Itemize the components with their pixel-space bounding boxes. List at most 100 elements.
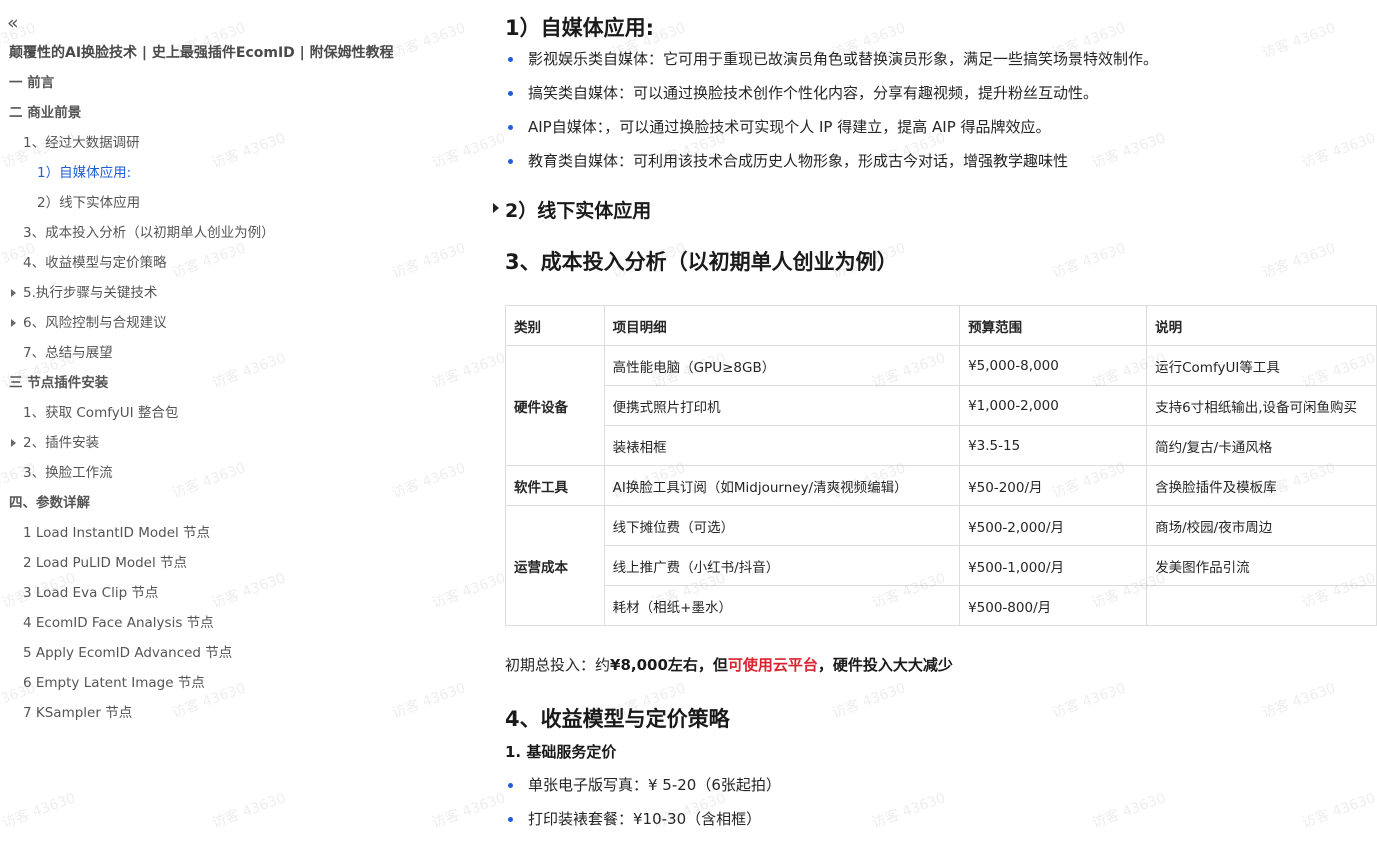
toc-item-label: 2 Load PuLID Model 节点	[23, 555, 188, 571]
toc-item-label: 1、经过大数据调研	[23, 135, 140, 151]
toc-item[interactable]: 1）自媒体应用:	[0, 158, 131, 188]
table-row: 线上推广费（小红书/抖音） ¥500-1,000/月 发美图作品引流	[506, 545, 1377, 586]
toc-item-label: 4、收益模型与定价策略	[23, 255, 167, 271]
table-cell: 便携式照片打印机	[603, 385, 961, 426]
toc-item[interactable]: 7、总结与展望	[0, 338, 113, 368]
bullet-media-2: 搞笑类自媒体：可以通过换脸技术创作个性化内容，分享有趣视频，提升粉丝互动性。	[507, 84, 1099, 102]
toc-item[interactable]: 4 EcomID Face Analysis 节点	[0, 608, 214, 638]
expand-caret-icon[interactable]	[11, 319, 16, 327]
bullet-media-3: AIP自媒体：，可以通过换脸技术可实现个人 IP 得建立，提高 AIP 得品牌效…	[508, 118, 1051, 136]
table-cell: AI换脸工具订阅（如Midjourney/清爽视频编辑）	[603, 465, 961, 506]
table-category-cell: 硬件设备	[505, 345, 605, 466]
toc-item[interactable]: 二 商业前景	[0, 98, 81, 128]
table-cell: 高性能电脑（GPU≥8GB）	[603, 345, 961, 386]
heading-cost-analysis: 3、成本投入分析（以初期单人创业为例）	[505, 250, 898, 274]
toc-item[interactable]: 7 KSampler 节点	[0, 698, 132, 728]
expand-caret-icon[interactable]	[493, 203, 499, 213]
heading-revenue-model: 4、收益模型与定价策略	[505, 707, 730, 731]
summary-highlight: 可使用云平台	[727, 656, 818, 674]
toc-item[interactable]: 6、风险控制与合规建议	[0, 308, 167, 338]
toc-item[interactable]: 4、收益模型与定价策略	[0, 248, 167, 278]
summary-bold-end: ，硬件投入大大减少	[817, 656, 953, 674]
bullet-media-1: 影视娱乐类自媒体：它可用于重现已故演员角色或替换演员形象，满足一些搞笑场景特效制…	[507, 50, 1159, 68]
table-cell: 含换脸插件及模板库	[1146, 465, 1377, 506]
table-cell: 线上推广费（小红书/抖音）	[603, 545, 961, 586]
bullet-pricing-1: 单张电子版写真：¥ 5-20（6张起拍）	[508, 776, 781, 794]
summary-prefix: 初期总投入：约	[505, 656, 611, 674]
table-header: 说明	[1146, 305, 1377, 346]
toc-item[interactable]: 1 Load InstantID Model 节点	[0, 518, 210, 548]
table-row: 软件工具 AI换脸工具订阅（如Midjourney/清爽视频编辑） ¥50-200/…	[505, 465, 1377, 506]
toc-item[interactable]: 5.执行步骤与关键技术	[0, 278, 157, 308]
subheading-base-pricing: 1. 基础服务定价	[505, 743, 617, 761]
table-cell: ¥3.5-15	[959, 425, 1148, 466]
table-cell: 支持6寸相纸输出,设备可闲鱼购买	[1146, 385, 1377, 426]
toc-item[interactable]: 3 Load Eva Clip 节点	[0, 578, 158, 608]
cost-summary: 初期总投入：约¥8,000左右，但可使用云平台，硬件投入大大减少	[505, 654, 953, 676]
table-cell: 装裱相框	[603, 425, 961, 466]
heading-offline-application[interactable]: 2）线下实体应用	[505, 196, 651, 223]
toc-item[interactable]: 2、插件安装	[0, 428, 99, 458]
toc-item-label: 3、成本投入分析（以初期单人创业为例）	[23, 225, 275, 241]
toc-item[interactable]: 6 Empty Latent Image 节点	[0, 668, 205, 698]
toc-item[interactable]: 2 Load PuLID Model 节点	[0, 548, 187, 578]
toc-doc-title[interactable]: 颠覆性的AI换脸技术 | 史上最强插件EcomID | 附保姆性教程	[0, 38, 394, 68]
toc-item-label: 2、插件安装	[23, 435, 100, 451]
cost-table: 类别 项目明细 预算范围 说明 硬件设备 高性能电脑（GPU≥8GB） ¥5,000…	[505, 305, 1377, 626]
table-cell: ¥1,000-2,000	[959, 385, 1148, 426]
toc-item-label: 7、总结与展望	[23, 345, 113, 361]
expand-caret-icon[interactable]	[11, 289, 16, 297]
table-row: 运营成本 线下摊位费（可选） ¥500-2,000/月 商场/校园/夜市周边	[505, 505, 1377, 626]
toc-item[interactable]: 四、参数详解	[0, 488, 90, 518]
toc-item-label: 1 Load InstantID Model 节点	[23, 525, 211, 541]
toc-sidebar: « 颠覆性的AI换脸技术 | 史上最强插件EcomID | 附保姆性教程 一 前…	[0, 0, 470, 846]
table-row: 便携式照片打印机 ¥1,000-2,000 支持6寸相纸输出,设备可闲鱼购买	[506, 385, 1377, 426]
heading-media-application: 1）自媒体应用:	[505, 16, 655, 40]
table-cell: ¥500-800/月	[959, 585, 1148, 626]
table-row: 耗材（相纸+墨水） ¥500-800/月	[506, 585, 1377, 626]
toc-item-label: 3 Load Eva Clip 节点	[23, 585, 159, 601]
toc-item[interactable]: 1、获取 ComfyUI 整合包	[0, 398, 178, 428]
table-header: 项目明细	[603, 305, 961, 346]
collapse-sidebar-icon[interactable]: «	[7, 12, 19, 34]
table-cell: 商场/校园/夜市周边	[1146, 505, 1377, 546]
table-row: 硬件设备 高性能电脑（GPU≥8GB） ¥5,000-8,000 运行ComfyUI等…	[505, 345, 1377, 466]
table-header: 类别	[505, 305, 605, 346]
table-cell: 简约/复古/卡通风格	[1146, 425, 1377, 466]
document-content: 1）自媒体应用: 影视娱乐类自媒体：它可用于重现已故演员角色或替换演员形象，满足…	[490, 0, 1377, 846]
toc-item[interactable]: 5 Apply EcomID Advanced 节点	[0, 638, 232, 668]
toc-item[interactable]: 一 前言	[0, 68, 54, 98]
expand-caret-icon[interactable]	[11, 439, 16, 447]
table-category-cell: 运营成本	[505, 505, 605, 626]
toc-item-label: 1、获取 ComfyUI 整合包	[23, 405, 179, 421]
table-category-cell: 软件工具	[505, 465, 605, 506]
table-cell: 运行ComfyUI等工具	[1146, 345, 1377, 386]
toc-item-label: 一 前言	[9, 75, 55, 91]
toc-item-label: 3、换脸工作流	[23, 465, 113, 481]
toc-item-label: 7 KSampler 节点	[23, 705, 133, 721]
table-row: 装裱相框 ¥3.5-15 简约/复古/卡通风格	[506, 425, 1377, 466]
toc-item-label: 三 节点插件安装	[9, 375, 109, 391]
toc-item[interactable]: 三 节点插件安装	[0, 368, 108, 398]
toc-item-label: 四、参数详解	[9, 495, 90, 511]
table-cell: 线下摊位费（可选）	[603, 505, 961, 546]
table-cell: ¥500-1,000/月	[959, 545, 1148, 586]
bullet-media-4: 教育类自媒体：可利用该技术合成历史人物形象，形成古今对话，增强教学趣味性	[507, 152, 1069, 170]
toc-item-label: 5.执行步骤与关键技术	[23, 285, 158, 301]
table-header-row: 类别 项目明细 预算范围 说明	[505, 305, 1377, 346]
table-cell: ¥50-200/月	[959, 465, 1148, 506]
toc-item-label: 5 Apply EcomID Advanced 节点	[23, 645, 233, 661]
toc-item-label: 二 商业前景	[9, 105, 82, 121]
table-cell: ¥500-2,000/月	[959, 505, 1148, 546]
toc-item[interactable]: 3、换脸工作流	[0, 458, 113, 488]
table-cell: ¥5,000-8,000	[959, 345, 1148, 386]
table-header: 预算范围	[959, 305, 1148, 346]
toc-item-label: 1）自媒体应用:	[37, 165, 132, 181]
toc-item[interactable]: 2）线下实体应用	[0, 188, 140, 218]
table-cell	[1146, 585, 1377, 626]
toc-item[interactable]: 1、经过大数据调研	[0, 128, 140, 158]
toc-item[interactable]: 3、成本投入分析（以初期单人创业为例）	[0, 218, 275, 248]
toc-item-label: 6、风险控制与合规建议	[23, 315, 167, 331]
table-cell: 耗材（相纸+墨水）	[603, 585, 961, 626]
summary-bold: ¥8,000左右，但	[610, 656, 728, 674]
